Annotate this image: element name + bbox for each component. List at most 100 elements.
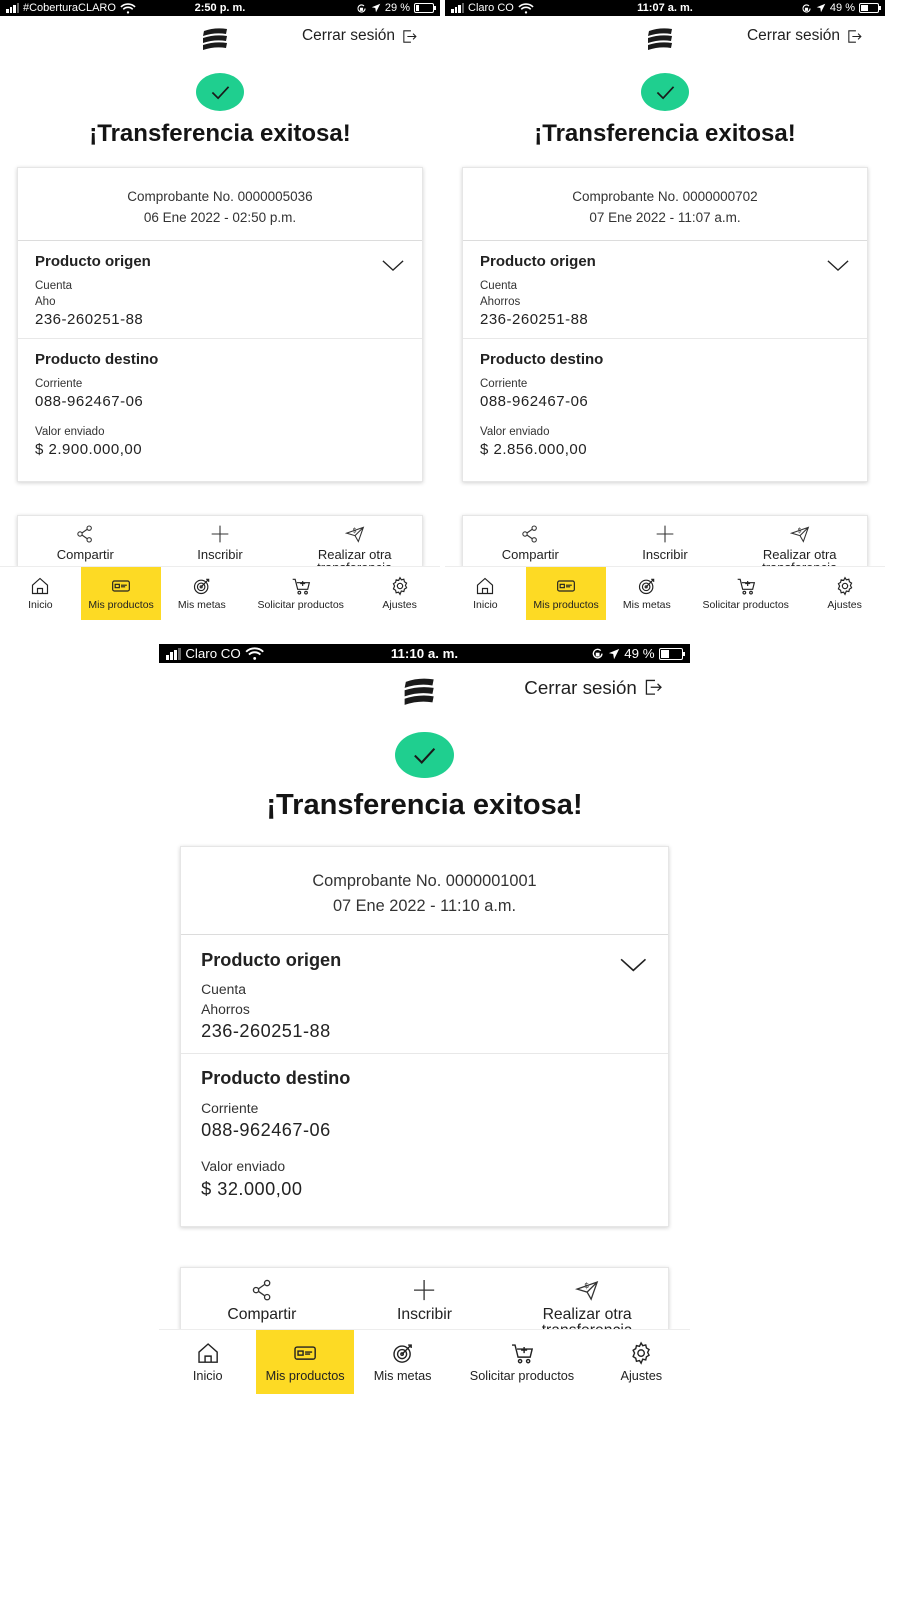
nav-item-inicio[interactable]: Inicio <box>159 1330 256 1394</box>
nav-label: Inicio <box>192 1368 223 1383</box>
origin-account-type: Ahorros <box>201 1000 250 1017</box>
receipt-card: Comprobante No. 0000000702 07 Ene 2022 -… <box>462 167 868 482</box>
share-button[interactable]: Compartir <box>181 1268 344 1329</box>
screen-3: Claro CO 11:10 a. m. 49 % Cerrar sesión … <box>159 644 690 1604</box>
send-money-icon: $ <box>575 1278 599 1302</box>
location-icon <box>608 648 620 660</box>
page-title: ¡Transferencia exitosa! <box>89 120 351 147</box>
logout-icon <box>401 28 418 45</box>
new-transfer-button[interactable]: $ Realizar otra transferencia <box>287 516 422 566</box>
receipt-number: Comprobante No. 0000001001 <box>312 871 537 890</box>
origin-product-type: Cuenta <box>35 280 73 292</box>
home-icon <box>196 1341 220 1365</box>
origin-title: Producto origen <box>201 949 342 970</box>
amount-value: $ 2.856.000,00 <box>480 441 588 458</box>
origin-product-type: Cuenta <box>201 981 246 998</box>
actions-card: Compartir Inscribir $ Realizar otra transfe… <box>462 515 868 567</box>
origin-account-number: 236-260251-88 <box>480 311 589 328</box>
enroll-button[interactable]: Inscribir <box>343 1268 506 1329</box>
enroll-button[interactable]: Inscribir <box>153 516 288 566</box>
action-label: Realizar otra transferencia <box>542 1305 633 1329</box>
nav-item-solicitar-productos[interactable]: Solicitar productos <box>242 567 359 620</box>
wifi-icon <box>120 2 136 14</box>
origin-account-number: 236-260251-88 <box>201 1021 331 1042</box>
nav-item-inicio[interactable]: Inicio <box>445 567 526 620</box>
battery-percent: 49 % <box>624 646 655 662</box>
enroll-button[interactable]: Inscribir <box>598 516 733 566</box>
logout-button[interactable]: Cerrar sesión <box>747 27 863 45</box>
bank-logo <box>200 27 230 53</box>
amount-label: Valor enviado <box>35 426 105 438</box>
battery-icon <box>414 3 436 13</box>
origin-title: Producto origen <box>35 253 151 270</box>
logout-label: Cerrar sesión <box>524 676 637 698</box>
nav-label: Mis metas <box>373 1368 432 1383</box>
nav-item-mis-metas[interactable]: Mis metas <box>161 567 242 620</box>
wifi-icon <box>245 647 264 660</box>
new-transfer-button[interactable]: $ Realizar otra transferencia <box>506 1268 669 1329</box>
nav-label: Ajustes <box>620 1368 663 1383</box>
share-button[interactable]: Compartir <box>18 516 153 566</box>
carrier-label: #CoberturaCLARO <box>23 2 116 14</box>
chevron-down-icon[interactable] <box>620 957 647 973</box>
destination-section: Producto destino Corriente 088-962467-06… <box>463 339 867 472</box>
origin-section[interactable]: Producto origen Cuenta Ahorros 236-26025… <box>463 241 867 338</box>
share-icon <box>250 1278 274 1302</box>
page-title: ¡Transferencia exitosa! <box>534 120 796 147</box>
destination-section: Producto destino Corriente 088-962467-06… <box>18 339 422 472</box>
nav-item-inicio[interactable]: Inicio <box>0 567 81 620</box>
destination-account-number: 088-962467-06 <box>480 393 589 410</box>
nav-item-ajustes[interactable]: Ajustes <box>359 567 440 620</box>
action-label: Compartir <box>56 547 114 562</box>
card-icon <box>293 1341 317 1365</box>
origin-account-type: Ahorros <box>480 296 521 308</box>
card-icon <box>556 576 576 596</box>
action-label: Inscribir <box>396 1305 453 1323</box>
logout-label: Cerrar sesión <box>746 27 840 44</box>
nav-item-solicitar-productos[interactable]: Solicitar productos <box>451 1330 592 1394</box>
nav-label: Mis metas <box>177 599 226 611</box>
nav-item-solicitar-productos[interactable]: Solicitar productos <box>687 567 804 620</box>
bottom-nav: Inicio Mis productos Mis metas Solicitar pr… <box>445 566 885 620</box>
logout-button[interactable]: Cerrar sesión <box>524 677 663 699</box>
nav-item-mis-productos[interactable]: Mis productos <box>525 567 607 620</box>
nav-item-mis-productos[interactable]: Mis productos <box>256 1329 354 1395</box>
signal-icon <box>166 647 182 660</box>
origin-section[interactable]: Producto origen Cuenta Ahorros 236-26025… <box>181 935 669 1053</box>
gear-icon <box>629 1341 653 1365</box>
logout-button[interactable]: Cerrar sesión <box>302 27 418 45</box>
page-title: ¡Transferencia exitosa! <box>266 789 583 822</box>
chevron-down-icon[interactable] <box>382 259 404 272</box>
carrier-label: Claro CO <box>185 646 241 662</box>
target-icon <box>192 576 212 596</box>
actions-card: Compartir Inscribir $ Realizar otra transfe… <box>179 1267 670 1331</box>
destination-account-number: 088-962467-06 <box>35 393 144 410</box>
share-button[interactable]: Compartir <box>463 516 598 566</box>
amount-value: $ 2.900.000,00 <box>35 441 143 458</box>
nav-item-ajustes[interactable]: Ajustes <box>593 1330 690 1394</box>
location-icon <box>816 3 826 13</box>
destination-account-type: Corriente <box>201 1100 259 1117</box>
receipt-date: 06 Ene 2022 - 02:50 p.m. <box>143 210 297 225</box>
nav-label: Solicitar productos <box>702 599 789 611</box>
logout-label: Cerrar sesión <box>301 27 395 44</box>
svg-text:$: $ <box>797 526 801 534</box>
home-icon <box>475 576 495 596</box>
send-money-icon: $ <box>789 524 810 544</box>
chevron-down-icon[interactable] <box>827 259 849 272</box>
origin-section[interactable]: Producto origen Cuenta Aho 236-260251-88 <box>18 241 422 338</box>
success-check-icon <box>395 732 454 779</box>
nav-item-mis-productos[interactable]: Mis productos <box>80 567 162 620</box>
new-transfer-button[interactable]: $ Realizar otra transferencia <box>732 516 867 566</box>
target-icon <box>391 1341 415 1365</box>
gear-icon <box>390 576 410 596</box>
plus-icon <box>655 524 675 544</box>
nav-item-mis-metas[interactable]: Mis metas <box>354 1330 451 1394</box>
cart-plus-icon <box>736 576 756 596</box>
nav-label: Solicitar productos <box>469 1368 575 1383</box>
nav-item-mis-metas[interactable]: Mis metas <box>606 567 687 620</box>
action-label: Inscribir <box>642 547 688 562</box>
nav-item-ajustes[interactable]: Ajustes <box>804 567 885 620</box>
destination-title: Producto destino <box>480 351 604 368</box>
bank-logo <box>401 677 437 708</box>
